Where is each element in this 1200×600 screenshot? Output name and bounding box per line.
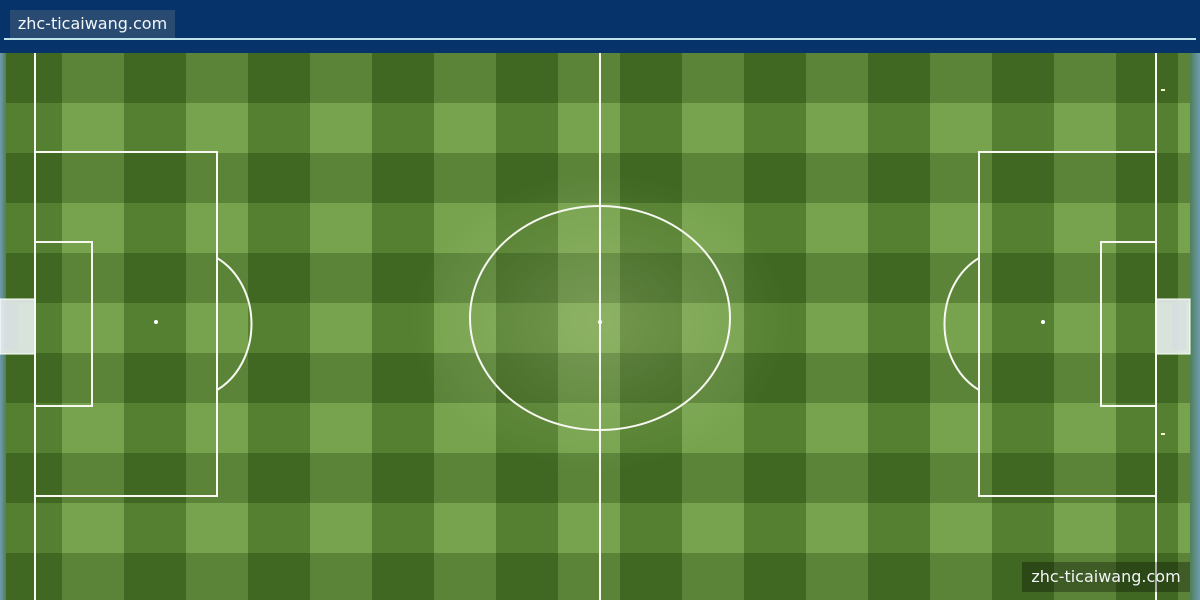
site-label: zhc-ticaiwang.com	[10, 10, 175, 38]
soccer-pitch	[0, 53, 1200, 600]
banner-divider	[4, 38, 1196, 40]
goal-left	[0, 298, 36, 355]
left-penalty-spot	[154, 320, 158, 324]
center-spot	[598, 320, 602, 324]
sideline-marker	[1161, 89, 1165, 91]
goal-right	[1155, 298, 1191, 355]
sideline-marker	[1161, 433, 1165, 435]
right-edge	[1190, 53, 1200, 600]
pitch-screenshot: zhc-ticaiwang.com zhc-ticaiwang.com	[0, 0, 1200, 600]
right-penalty-spot	[1041, 320, 1045, 324]
top-banner: zhc-ticaiwang.com	[0, 0, 1200, 53]
watermark: zhc-ticaiwang.com	[1022, 562, 1190, 592]
